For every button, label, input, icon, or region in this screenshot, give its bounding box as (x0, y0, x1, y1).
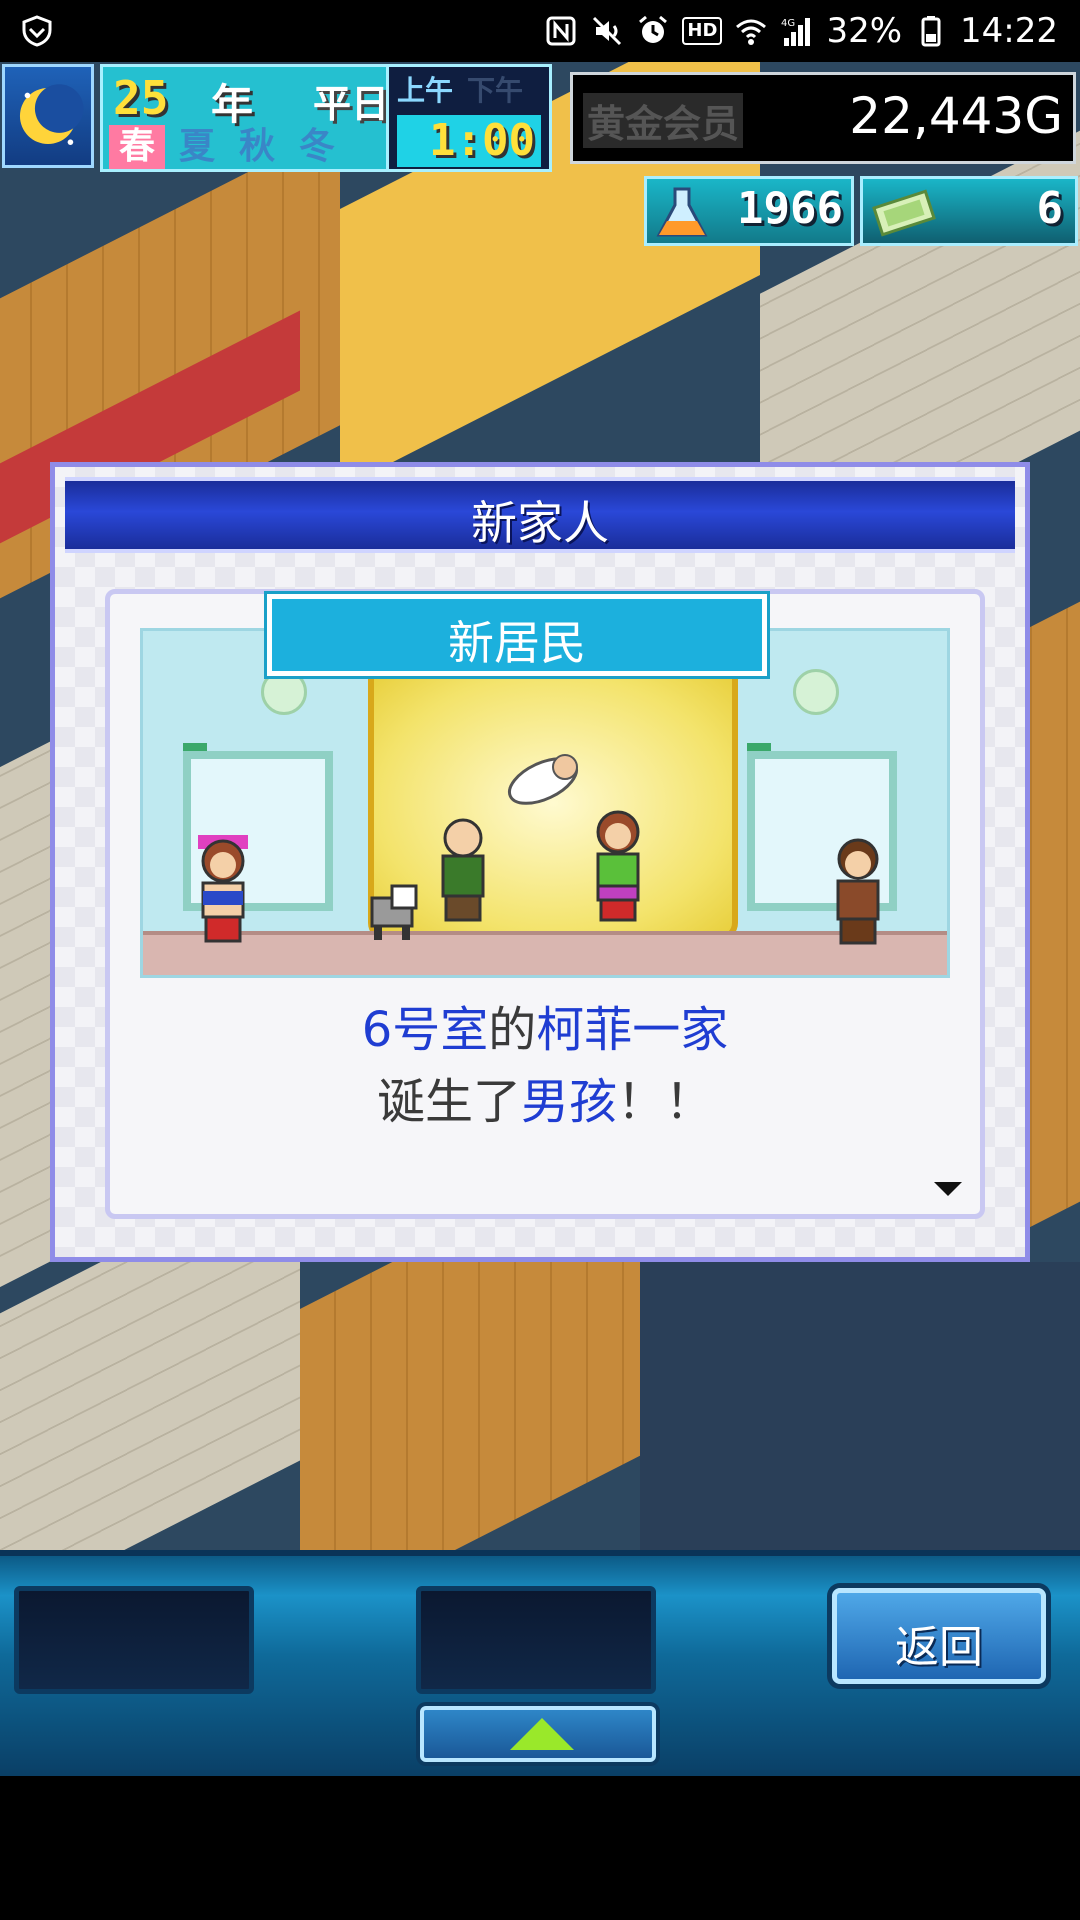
mute-icon (593, 16, 622, 46)
clock-time: 1:00 (397, 115, 541, 167)
menu-slot-center[interactable] (416, 1586, 656, 1694)
new-resident-banner: 新居民 (264, 591, 770, 679)
alarm-icon (639, 15, 668, 43)
battery-icon (921, 16, 941, 47)
new-resident-illustration (140, 628, 950, 978)
back-button[interactable]: 返回 (832, 1588, 1046, 1684)
season-summer: 夏 (178, 126, 215, 167)
grandfather-sprite (441, 818, 485, 922)
season-spring: 春 (109, 125, 165, 169)
battery-percent: 32% (826, 11, 903, 51)
nfc-icon (546, 16, 576, 46)
bottom-toolbar: 返回 (0, 1550, 1080, 1776)
wall-lamp (793, 669, 839, 715)
baby-sprite (507, 754, 579, 805)
message-text: ！！ (617, 1074, 714, 1130)
resource-row: 1966 6 (642, 174, 1080, 250)
man-sprite (836, 838, 880, 945)
tickets-value: 6 (1036, 183, 1064, 234)
moon-icon (19, 84, 84, 145)
ticket-icon (872, 189, 936, 237)
dialog-title: 新家人 (471, 496, 609, 550)
season-row: 春 夏 秋 冬 (109, 125, 345, 169)
scene-void (640, 1262, 1080, 1550)
mother-sprite (596, 810, 640, 922)
up-arrow-icon (510, 1718, 574, 1750)
network-label: 4G (781, 18, 795, 29)
family-name: 柯菲一家 (536, 1002, 729, 1058)
message-line-1: 6号室的柯菲一家 (110, 994, 980, 1066)
clock-panel[interactable]: 上午 下午 1:00 (386, 64, 552, 172)
message-text: 诞生了 (376, 1074, 521, 1130)
tickets-panel[interactable]: 6 (860, 176, 1078, 246)
research-points-panel[interactable]: 1966 (644, 176, 854, 246)
year-number: 25 (113, 71, 169, 125)
next-arrow-icon[interactable] (934, 1182, 962, 1196)
expand-menu-button[interactable] (420, 1706, 656, 1762)
menu-slot-left[interactable] (14, 1586, 254, 1694)
wifi-icon (736, 19, 767, 45)
back-button-label: 返回 (895, 1622, 983, 1673)
status-time: 14:22 (960, 11, 1058, 51)
new-family-dialog[interactable]: 新家人 新居民 6号室的柯菲一家 诞生了男孩！！ (50, 462, 1030, 1262)
season-autumn: 秋 (238, 126, 275, 167)
money-panel[interactable]: 黄金会员 22,443G (570, 72, 1076, 164)
season-winter: 冬 (298, 126, 335, 167)
room-number: 6号室 (361, 1002, 489, 1058)
research-points-value: 1966 (737, 183, 843, 234)
new-resident-label: 新居民 (448, 616, 586, 670)
baby-gender: 男孩 (520, 1074, 617, 1130)
status-bar: HD 4G 32% 14:22 (0, 0, 1080, 62)
dialog-content[interactable]: 新居民 6号室的柯菲一家 诞生了男孩！！ (105, 589, 985, 1219)
message-line-2: 诞生了男孩！！ (110, 1066, 980, 1138)
girl-sprite (198, 835, 248, 943)
time-of-day-indicator[interactable] (2, 64, 94, 168)
shield-icon (22, 15, 52, 47)
year-unit: 年 (211, 80, 254, 129)
signal-icon: 4G (781, 18, 811, 46)
flask-icon (656, 187, 708, 237)
message-text: 的 (488, 1002, 537, 1058)
am-pm-indicator: 上午 下午 (397, 69, 523, 109)
pm-label: 下午 (467, 74, 524, 107)
day-type: 平日 (313, 82, 390, 126)
top-hud: 25 年 平日 春 夏 秋 冬 上午 下午 1:00 黄金会员 22,443G … (0, 62, 1080, 246)
dialog-message: 6号室的柯菲一家 诞生了男孩！！ (110, 994, 980, 1138)
dog-sprite (370, 884, 418, 940)
hd-badge: HD (682, 17, 723, 45)
member-label: 黄金会员 (583, 93, 744, 148)
money-value: 22,443G (849, 87, 1063, 145)
am-label: 上午 (397, 74, 454, 107)
dialog-header: 新家人 (65, 477, 1015, 553)
